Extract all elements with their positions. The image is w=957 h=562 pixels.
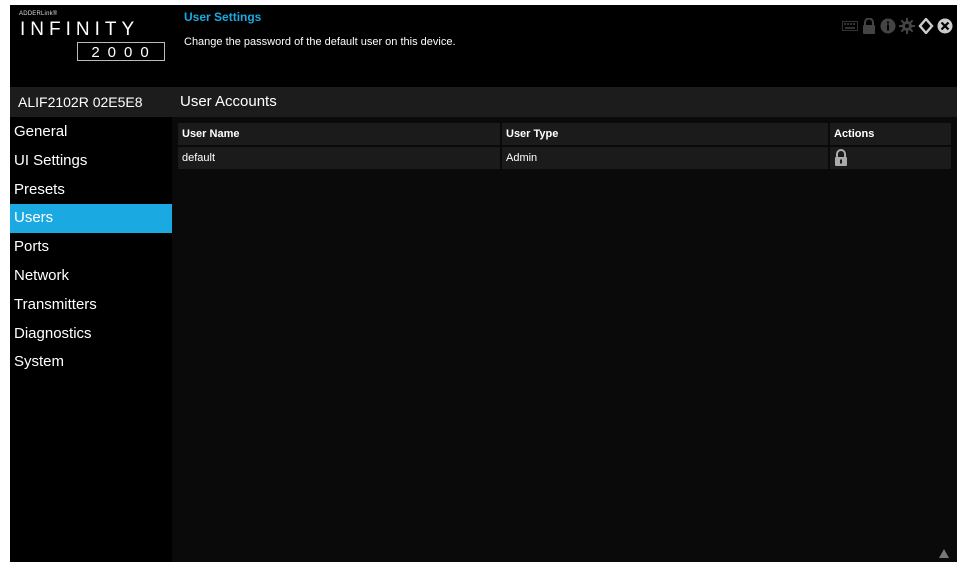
sidebar-item-general[interactable]: General	[10, 118, 172, 147]
info-icon[interactable]	[880, 18, 896, 34]
user-name-cell: default	[178, 147, 500, 169]
sidebar-item-transmitters[interactable]: Transmitters	[10, 291, 172, 320]
sidebar-item-network[interactable]: Network	[10, 262, 172, 291]
device-name: ALIF2102R 02E5E8	[10, 87, 172, 117]
gear-icon[interactable]	[899, 18, 915, 34]
logo-brand-small: ADDERLink®	[19, 11, 58, 17]
footer-logo	[939, 549, 949, 558]
column-header-user-name: User Name	[178, 123, 500, 145]
lock-icon[interactable]	[861, 18, 877, 34]
sidebar-item-system[interactable]: System	[10, 348, 172, 377]
column-header-user-type: User Type	[502, 123, 828, 145]
logo-wordmark: INFINITY	[20, 19, 140, 40]
app-screen: ADDERLink® INFINITY 2000 User Settings C…	[10, 5, 957, 562]
user-type-cell: Admin	[502, 147, 828, 169]
close-icon[interactable]	[937, 18, 953, 34]
sidebar-item-ui-settings[interactable]: UI Settings	[10, 147, 172, 176]
keyboard-icon[interactable]	[842, 18, 858, 34]
sidebar-nav: General UI Settings Presets Users Ports …	[10, 118, 172, 377]
sidebar-item-presets[interactable]: Presets	[10, 176, 172, 205]
user-accounts-table: User Name User Type Actions default Admi…	[178, 123, 951, 171]
adder-logo: ADDERLink® INFINITY 2000	[10, 5, 172, 83]
table-row: default Admin	[178, 147, 951, 171]
adder-triangle-icon	[939, 549, 949, 558]
column-header-actions: Actions	[830, 123, 951, 145]
sidebar-item-ports[interactable]: Ports	[10, 233, 172, 262]
sidebar-item-users[interactable]: Users	[10, 204, 172, 233]
page-subtitle: Change the password of the default user …	[184, 36, 456, 48]
page-title: User Settings	[184, 10, 262, 24]
refresh-icon[interactable]	[918, 18, 934, 34]
table-header-row: User Name User Type Actions	[178, 123, 951, 147]
section-title: User Accounts	[172, 87, 957, 117]
actions-cell	[830, 147, 951, 169]
change-password-lock-icon[interactable]	[834, 149, 848, 174]
logo-model: 2000	[77, 42, 165, 61]
main-content: User Accounts User Name User Type Action…	[172, 87, 957, 562]
top-toolbar	[842, 18, 953, 34]
sidebar-item-diagnostics[interactable]: Diagnostics	[10, 320, 172, 349]
